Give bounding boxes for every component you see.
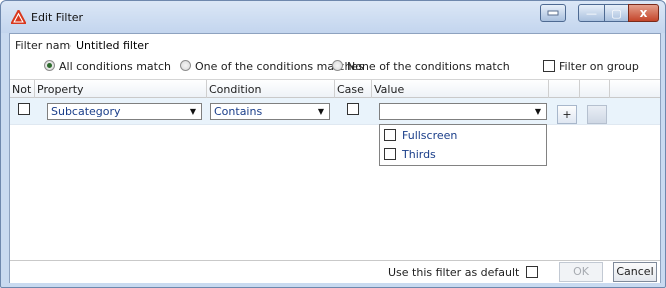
property-select-value: Subcategory <box>51 105 121 118</box>
radio-all-conditions-label[interactable]: All conditions match <box>59 60 171 73</box>
minimize-icon: — <box>586 6 597 20</box>
radio-none-condition[interactable] <box>332 60 343 71</box>
filter-name-input[interactable] <box>71 36 657 54</box>
condition-select[interactable]: Contains ▼ <box>210 103 330 120</box>
list-item[interactable]: Thirds <box>380 145 546 164</box>
chevron-down-icon: ▼ <box>189 107 197 116</box>
case-checkbox[interactable] <box>347 103 359 115</box>
edit-filter-window: Edit Filter — ▢ x Filter name: All condi… <box>0 0 666 288</box>
fullscreen-checkbox[interactable] <box>384 129 396 141</box>
thirds-checkbox[interactable] <box>384 148 396 160</box>
column-header-property[interactable]: Property <box>35 80 207 99</box>
maximize-button[interactable]: ▢ <box>604 4 629 22</box>
condition-select-value: Contains <box>214 105 263 118</box>
title-bar[interactable]: Edit Filter — ▢ x <box>1 1 665 33</box>
ok-button[interactable]: OK <box>559 262 603 282</box>
dialog-footer: Use this filter as default OK Cancel <box>10 260 660 283</box>
close-icon: x <box>639 6 648 20</box>
column-header-add <box>549 80 580 99</box>
default-filter-label[interactable]: Use this filter as default <box>388 266 519 279</box>
radio-one-condition[interactable] <box>180 60 191 71</box>
radio-all-conditions[interactable] <box>44 60 55 71</box>
table-row[interactable]: Subcategory ▼ Contains ▼ ▼ + <box>10 98 660 125</box>
default-filter-checkbox[interactable] <box>526 266 538 278</box>
not-checkbox[interactable] <box>18 103 30 115</box>
value-dropdown-list: Fullscreen Thirds <box>379 124 547 166</box>
match-mode-row: All conditions match One of the conditio… <box>10 56 660 76</box>
cancel-button[interactable]: Cancel <box>613 262 657 282</box>
list-item-label: Thirds <box>402 148 436 161</box>
chevron-down-icon: ▼ <box>534 107 542 116</box>
add-condition-button[interactable]: + <box>557 105 577 124</box>
column-header-case[interactable]: Case <box>335 80 372 99</box>
restore-button[interactable] <box>540 4 566 22</box>
list-item[interactable]: Fullscreen <box>380 126 546 145</box>
restore-icon <box>547 10 559 16</box>
filter-name-row: Filter name: <box>10 34 660 56</box>
column-header-not[interactable]: Not <box>10 80 35 99</box>
dialog-body: Filter name: All conditions match One of… <box>9 33 661 283</box>
column-header-condition[interactable]: Condition <box>207 80 335 99</box>
grid-header: Not Property Condition Case Value <box>10 79 660 99</box>
list-item-label: Fullscreen <box>402 129 458 142</box>
app-warning-triangle-icon <box>11 10 26 24</box>
filter-on-group-label[interactable]: Filter on group <box>559 60 639 73</box>
close-button[interactable]: x <box>628 4 659 22</box>
chevron-down-icon: ▼ <box>317 107 325 116</box>
property-select[interactable]: Subcategory ▼ <box>47 103 202 120</box>
column-header-value[interactable]: Value <box>372 80 549 99</box>
maximize-icon: ▢ <box>611 6 622 20</box>
window-title: Edit Filter <box>31 11 84 24</box>
value-select[interactable]: ▼ <box>379 103 547 120</box>
column-header-remove <box>580 80 610 99</box>
filter-on-group-checkbox[interactable] <box>543 60 555 72</box>
minimize-button[interactable]: — <box>578 4 605 22</box>
remove-condition-button[interactable] <box>587 105 607 124</box>
radio-none-condition-label[interactable]: None of the conditions match <box>347 60 510 73</box>
